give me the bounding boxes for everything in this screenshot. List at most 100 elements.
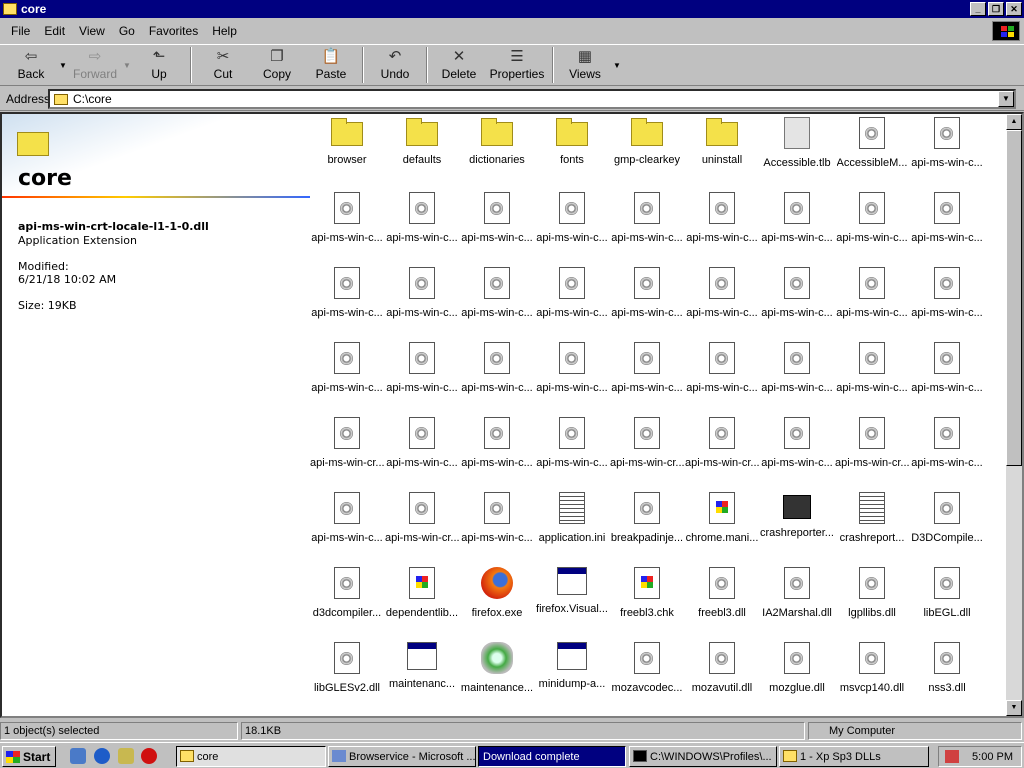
file-item[interactable]: browser: [310, 114, 384, 186]
scroll-down-button[interactable]: ▼: [1006, 700, 1022, 716]
file-item[interactable]: chrome.mani...: [685, 489, 759, 561]
menu-go[interactable]: Go: [112, 24, 142, 38]
file-item[interactable]: api-ms-win-c...: [385, 339, 459, 411]
views-button[interactable]: ▦ Views: [558, 45, 612, 85]
file-item[interactable]: dependentlib...: [385, 564, 459, 636]
file-item[interactable]: api-ms-win-c...: [760, 189, 834, 261]
file-item[interactable]: api-ms-win-c...: [760, 264, 834, 336]
close-button[interactable]: ✕: [1006, 2, 1022, 16]
forward-dropdown[interactable]: ▼: [122, 45, 132, 85]
file-item[interactable]: api-ms-win-c...: [310, 189, 384, 261]
file-item[interactable]: api-ms-win-c...: [610, 264, 684, 336]
file-item[interactable]: api-ms-win-c...: [835, 189, 909, 261]
back-dropdown[interactable]: ▼: [58, 45, 68, 85]
file-item[interactable]: msvcp140.dll: [835, 639, 909, 711]
tray-icon[interactable]: [945, 750, 959, 763]
file-item[interactable]: libGLESv2.dll: [310, 639, 384, 711]
file-item[interactable]: api-ms-win-c...: [460, 414, 534, 486]
start-button[interactable]: Start: [2, 746, 56, 767]
file-item[interactable]: api-ms-win-cr...: [610, 414, 684, 486]
menu-favorites[interactable]: Favorites: [142, 24, 205, 38]
file-item[interactable]: api-ms-win-c...: [385, 414, 459, 486]
menu-view[interactable]: View: [72, 24, 112, 38]
file-item[interactable]: crashreport...: [835, 489, 909, 561]
address-input[interactable]: C:\core ▼: [48, 89, 1016, 109]
file-item[interactable]: api-ms-win-c...: [535, 414, 609, 486]
file-item[interactable]: api-ms-win-c...: [385, 264, 459, 336]
file-item[interactable]: api-ms-win-c...: [610, 189, 684, 261]
menu-file[interactable]: File: [4, 24, 37, 38]
cut-button[interactable]: ✂ Cut: [196, 45, 250, 85]
file-item[interactable]: api-ms-win-c...: [310, 264, 384, 336]
file-item[interactable]: api-ms-win-c...: [535, 264, 609, 336]
task-xp-sp3-dlls[interactable]: 1 - Xp Sp3 DLLs: [779, 746, 929, 767]
file-item[interactable]: mozavutil.dll: [685, 639, 759, 711]
file-item[interactable]: IA2Marshal.dll: [760, 564, 834, 636]
outlook-express-icon[interactable]: [118, 748, 134, 764]
file-item[interactable]: api-ms-win-c...: [685, 264, 759, 336]
opera-icon[interactable]: [141, 748, 157, 764]
file-item[interactable]: defaults: [385, 114, 459, 186]
file-item[interactable]: Accessible.tlb: [760, 114, 834, 186]
restore-button[interactable]: ❐: [988, 2, 1004, 16]
file-item[interactable]: freebl3.chk: [610, 564, 684, 636]
file-item[interactable]: api-ms-win-cr...: [310, 414, 384, 486]
file-item[interactable]: api-ms-win-c...: [535, 339, 609, 411]
paste-button[interactable]: 📋 Paste: [304, 45, 358, 85]
views-dropdown[interactable]: ▼: [612, 45, 622, 85]
title-bar[interactable]: core _ ❐ ✕: [0, 0, 1024, 18]
file-item[interactable]: D3DCompile...: [910, 489, 984, 561]
forward-button[interactable]: ⇨ Forward: [68, 45, 122, 85]
file-item[interactable]: api-ms-win-c...: [760, 339, 834, 411]
file-item[interactable]: api-ms-win-c...: [910, 264, 984, 336]
file-item[interactable]: firefox.exe: [460, 564, 534, 636]
file-item[interactable]: api-ms-win-c...: [310, 489, 384, 561]
copy-button[interactable]: ❐ Copy: [250, 45, 304, 85]
file-item[interactable]: dictionaries: [460, 114, 534, 186]
menu-help[interactable]: Help: [205, 24, 244, 38]
up-button[interactable]: ⬑ Up: [132, 45, 186, 85]
file-item[interactable]: api-ms-win-c...: [460, 489, 534, 561]
file-item[interactable]: crashreporter...: [760, 489, 834, 561]
file-item[interactable]: api-ms-win-c...: [685, 339, 759, 411]
file-item[interactable]: lgpllibs.dll: [835, 564, 909, 636]
file-item[interactable]: mozavcodec...: [610, 639, 684, 711]
task-download-complete[interactable]: Download complete: [478, 746, 626, 767]
file-item[interactable]: api-ms-win-c...: [910, 114, 984, 186]
scroll-up-button[interactable]: ▲: [1006, 114, 1022, 130]
task-browservice[interactable]: Browservice - Microsoft ...: [328, 746, 476, 767]
scroll-thumb[interactable]: [1006, 130, 1022, 466]
file-item[interactable]: AccessibleM...: [835, 114, 909, 186]
clock[interactable]: 5:00 PM: [972, 751, 1013, 763]
file-item[interactable]: maintenance...: [460, 639, 534, 711]
delete-button[interactable]: ✕ Delete: [432, 45, 486, 85]
file-item[interactable]: api-ms-win-c...: [310, 339, 384, 411]
file-item[interactable]: firefox.Visual...: [535, 564, 609, 636]
file-item[interactable]: api-ms-win-cr...: [385, 489, 459, 561]
file-item[interactable]: libEGL.dll: [910, 564, 984, 636]
back-button[interactable]: ⇦ Back: [4, 45, 58, 85]
file-item[interactable]: api-ms-win-c...: [460, 264, 534, 336]
file-item[interactable]: api-ms-win-c...: [835, 339, 909, 411]
file-item[interactable]: api-ms-win-c...: [460, 189, 534, 261]
file-item[interactable]: api-ms-win-c...: [460, 339, 534, 411]
file-item[interactable]: fonts: [535, 114, 609, 186]
show-desktop-icon[interactable]: [70, 748, 86, 764]
properties-button[interactable]: ☰ Properties: [486, 45, 548, 85]
file-item[interactable]: minidump-a...: [535, 639, 609, 711]
file-item[interactable]: uninstall: [685, 114, 759, 186]
file-item[interactable]: gmp-clearkey: [610, 114, 684, 186]
file-item[interactable]: api-ms-win-c...: [535, 189, 609, 261]
file-item[interactable]: maintenanc...: [385, 639, 459, 711]
file-item[interactable]: api-ms-win-c...: [760, 414, 834, 486]
file-item[interactable]: api-ms-win-c...: [910, 339, 984, 411]
task-core[interactable]: core: [176, 746, 326, 767]
file-item[interactable]: d3dcompiler...: [310, 564, 384, 636]
task-windows-profiles[interactable]: C:\WINDOWS\Profiles\...: [629, 746, 777, 767]
file-item[interactable]: freebl3.dll: [685, 564, 759, 636]
file-item[interactable]: api-ms-win-c...: [385, 189, 459, 261]
file-item[interactable]: api-ms-win-c...: [610, 339, 684, 411]
address-dropdown-button[interactable]: ▼: [998, 91, 1014, 107]
file-item[interactable]: api-ms-win-cr...: [835, 414, 909, 486]
file-item[interactable]: api-ms-win-cr...: [685, 414, 759, 486]
